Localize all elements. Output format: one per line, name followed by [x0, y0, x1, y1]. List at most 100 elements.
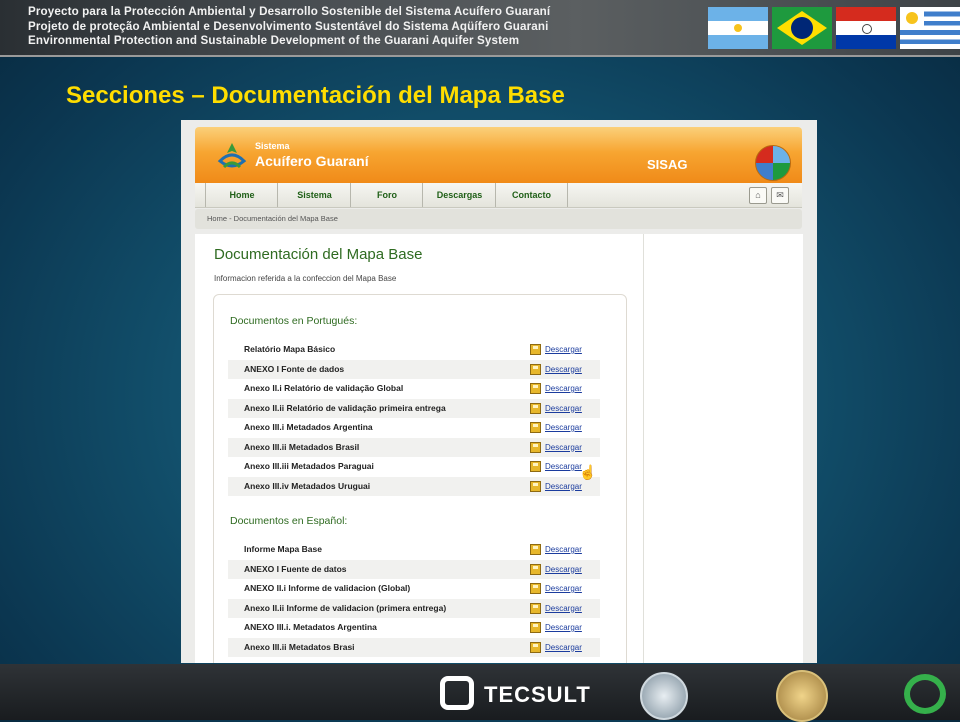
download-link[interactable]: Descargar	[530, 560, 582, 580]
download-disk-icon	[530, 422, 541, 434]
banner-line-es: Proyecto para la Protección Ambiental y …	[28, 5, 551, 18]
document-title: ANEXO I Fonte de dados	[244, 363, 345, 374]
download-link[interactable]: Descargar	[530, 638, 582, 658]
document-row: Anexo III.iv Metadados Uruguai Descargar	[228, 476, 600, 497]
tecsult-logo-icon	[440, 676, 474, 710]
download-link-text[interactable]: Descargar	[545, 418, 582, 438]
document-row: Anexo III.ii Metadatos Brasi Descargar	[228, 637, 600, 658]
document-row: Relatório Mapa Básico Descargar	[228, 340, 600, 360]
document-title: Anexo II.i Relatório de validação Global	[244, 383, 404, 393]
page-title: Documentación del Mapa Base	[214, 246, 423, 263]
document-row: ANEXO III.i. Metadatos Argentina Descarga…	[228, 618, 600, 638]
home-icon[interactable]: ⌂	[749, 187, 767, 204]
download-link-text[interactable]: Descargar	[545, 340, 582, 360]
download-link[interactable]: Descargar	[530, 457, 582, 477]
nav-foro[interactable]: Foro	[350, 183, 423, 207]
download-disk-icon	[530, 441, 541, 453]
download-disk-icon	[530, 383, 541, 395]
document-row: Anexo II.ii Relatório de validação prime…	[228, 398, 600, 419]
document-title: Relatório Mapa Básico	[244, 344, 336, 354]
section-title-portuguese: Documentos en Portugués:	[230, 315, 358, 327]
download-disk-icon	[530, 602, 541, 614]
gef-logo-icon	[904, 674, 946, 714]
document-title: Anexo II.ii Informe de validacion (prime…	[244, 602, 447, 613]
world-bank-logo-icon	[640, 672, 688, 720]
download-link[interactable]: Descargar	[530, 599, 582, 619]
document-row: Anexo III.ii Metadados Brasil Descargar	[228, 437, 600, 458]
section-title-spanish: Documentos en Español:	[230, 515, 348, 527]
download-link[interactable]: Descargar	[530, 399, 582, 419]
slide-title: Secciones – Documentación del Mapa Base	[66, 82, 565, 109]
download-link-text[interactable]: Descargar	[545, 560, 582, 580]
countries-globe-icon[interactable]	[755, 145, 791, 181]
download-link[interactable]: Descargar	[530, 477, 582, 497]
logo-title[interactable]: Acuífero Guaraní	[255, 153, 369, 169]
document-title: ANEXO I Fuente de datos	[244, 563, 347, 574]
download-link[interactable]: Descargar	[530, 379, 582, 399]
breadcrumb-text[interactable]: Home - Documentación del Mapa Base	[195, 214, 338, 223]
banner-line-pt: Projeto de proteção Ambiental e Desenvol…	[28, 19, 549, 33]
download-link[interactable]: Descargar	[530, 438, 582, 458]
document-title: Anexo III.ii Metadatos Brasi	[244, 641, 355, 652]
download-link-text[interactable]: Descargar	[545, 477, 582, 497]
aquifer-logo-icon	[217, 143, 247, 169]
argentina-flag-icon	[708, 7, 768, 49]
nav-sistema[interactable]: Sistema	[277, 183, 351, 207]
download-link[interactable]: Descargar	[530, 579, 582, 599]
nav-descargas[interactable]: Descargas	[422, 183, 496, 207]
banner-line-en: Environmental Protection and Sustainable…	[28, 34, 520, 47]
download-link-text[interactable]: Descargar	[545, 540, 582, 560]
download-link-text[interactable]: Descargar	[545, 638, 582, 658]
document-row: Anexo III.iii Metadados Paraguai Descarga…	[228, 457, 600, 477]
download-disk-icon	[530, 461, 541, 473]
download-link-text[interactable]: Descargar	[545, 399, 582, 419]
document-row: Anexo II.ii Informe de validacion (prime…	[228, 598, 600, 619]
download-link-text[interactable]: Descargar	[545, 599, 582, 619]
download-link-text[interactable]: Descargar	[545, 618, 582, 638]
website-screenshot: Sistema Acuífero Guaraní SISAG Home Sist…	[181, 120, 817, 663]
document-title: Anexo III.iv Metadados Uruguai	[244, 480, 371, 491]
document-title: ANEXO III.i. Metadatos Argentina	[244, 622, 377, 632]
download-link[interactable]: Descargar	[530, 540, 582, 560]
download-disk-icon	[530, 344, 541, 356]
document-title: Anexo III.ii Metadados Brasil	[244, 441, 360, 452]
banner-text: Proyecto para la Protección Ambiental y …	[28, 5, 550, 49]
download-link[interactable]: Descargar	[530, 618, 582, 638]
main-nav: Home Sistema Foro Descargas Contacto ⌂ ✉	[195, 183, 802, 208]
document-title: Anexo III.iii Metadados Paraguai	[244, 461, 374, 471]
download-disk-icon	[530, 402, 541, 414]
brazil-flag-icon	[772, 7, 832, 49]
document-row: Anexo III.i Metadados Argentina Descargar	[228, 418, 600, 438]
document-title: Anexo II.ii Relatório de validação prime…	[244, 402, 446, 413]
tecsult-wordmark: TECSULT	[484, 682, 591, 707]
download-link-text[interactable]: Descargar	[545, 579, 582, 599]
download-link[interactable]: Descargar	[530, 418, 582, 438]
page-subtitle: Informacion referida a la confeccion del…	[214, 274, 397, 283]
site-header: Sistema Acuífero Guaraní SISAG	[195, 127, 802, 183]
right-sidebar	[643, 234, 803, 663]
documents-card: Documentos en Portugués: Documentos en E…	[213, 294, 627, 663]
download-disk-icon	[530, 480, 541, 492]
document-row: ANEXO I Fuente de datos Descargar	[228, 559, 600, 580]
download-disk-icon	[530, 563, 541, 575]
download-link[interactable]: Descargar	[530, 340, 582, 360]
nav-home[interactable]: Home	[205, 183, 278, 207]
mail-icon[interactable]: ✉	[771, 187, 789, 204]
uruguay-flag-icon	[900, 7, 960, 49]
download-disk-icon	[530, 641, 541, 653]
nav-contacto[interactable]: Contacto	[495, 183, 568, 207]
logo-subtitle: Sistema	[255, 141, 290, 151]
download-link-text[interactable]: Descargar	[545, 379, 582, 399]
download-link-text[interactable]: Descargar	[545, 457, 582, 477]
download-link-text[interactable]: Descargar	[545, 438, 582, 458]
document-row: Anexo II.i Relatório de validação Global…	[228, 379, 600, 399]
download-link[interactable]: Descargar	[530, 360, 582, 380]
download-disk-icon	[530, 544, 541, 556]
hand-cursor-icon: ☝	[579, 464, 597, 480]
download-disk-icon	[530, 583, 541, 595]
main-content: Documentación del Mapa Base Informacion …	[195, 234, 643, 663]
document-title: ANEXO II.i Informe de validacion (Global…	[244, 583, 411, 593]
document-title: Anexo III.i Metadados Argentina	[244, 422, 373, 432]
paraguay-flag-icon	[836, 7, 896, 49]
download-link-text[interactable]: Descargar	[545, 360, 582, 380]
